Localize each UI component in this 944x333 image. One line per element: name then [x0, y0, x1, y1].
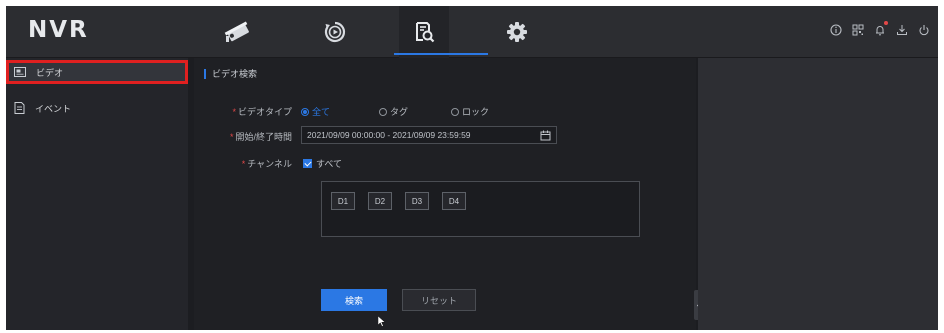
qr-code-button[interactable] — [850, 22, 866, 38]
nvr-window: NVR ビデオ イベント ビデオ検索 * ビデオタイプ 全て タグ ロック * … — [6, 6, 938, 330]
mouse-cursor-icon — [378, 316, 386, 327]
radio-dot — [451, 107, 459, 116]
channel-d1[interactable]: D1 — [331, 192, 355, 210]
power-button[interactable] — [916, 22, 932, 38]
required-marker: * — [232, 107, 236, 117]
required-marker: * — [241, 159, 246, 169]
results-panel — [698, 58, 938, 330]
video-type-label: * ビデオタイプ — [232, 107, 292, 117]
channel-d3[interactable]: D3 — [405, 192, 429, 210]
channel-list: D1 D2 D3 D4 — [321, 181, 640, 237]
channel-d4[interactable]: D4 — [442, 192, 466, 210]
radio-tag[interactable]: タグ — [379, 105, 408, 118]
video-search-panel: ビデオ検索 * ビデオタイプ 全て タグ ロック * 開始/終了時間 2021/09… — [194, 58, 702, 330]
tab-settings[interactable] — [492, 6, 542, 58]
qr-code-icon — [852, 24, 864, 36]
radio-dot — [301, 107, 309, 116]
file-search-icon — [416, 22, 435, 43]
tab-playback[interactable] — [310, 6, 360, 58]
app-logo: NVR — [28, 17, 89, 43]
playback-icon — [324, 21, 346, 43]
channel-d2[interactable]: D2 — [368, 192, 392, 210]
tab-search[interactable] — [394, 6, 488, 58]
sidebar-item-label: ビデオ — [36, 67, 64, 78]
sidebar-item-event[interactable]: イベント — [6, 96, 188, 120]
time-range-label: * 開始/終了時間 — [229, 132, 292, 142]
radio-dot — [379, 107, 387, 116]
required-marker: * — [229, 132, 234, 142]
tab-live-view[interactable] — [214, 6, 264, 58]
calendar-icon[interactable] — [540, 130, 551, 141]
search-button[interactable]: 検索 — [321, 289, 387, 311]
radio-all[interactable]: 全て — [301, 105, 330, 118]
document-icon — [14, 102, 25, 114]
gear-icon — [507, 22, 527, 42]
sidebar: ビデオ イベント — [6, 58, 188, 330]
alarm-indicator — [884, 21, 888, 25]
info-icon — [830, 24, 842, 36]
checkbox-box — [303, 159, 312, 168]
time-range-field[interactable]: 2021/09/09 00:00:00 - 2021/09/09 23:59:5… — [301, 126, 557, 144]
camera-icon — [224, 21, 249, 42]
top-bar: NVR — [6, 6, 938, 58]
info-button[interactable] — [828, 22, 844, 38]
sidebar-item-video[interactable]: ビデオ — [6, 60, 188, 84]
top-right-toolbar — [828, 21, 932, 38]
download-button[interactable] — [894, 22, 910, 38]
download-icon — [897, 25, 907, 35]
bell-icon — [876, 26, 884, 36]
section-title: ビデオ検索 — [204, 69, 257, 79]
radio-lock[interactable]: ロック — [451, 105, 489, 118]
channel-label: * チャンネル — [241, 159, 292, 169]
video-file-icon — [14, 67, 26, 77]
reset-button[interactable]: リセット — [402, 289, 476, 311]
sidebar-item-label: イベント — [35, 103, 72, 114]
power-icon — [919, 25, 929, 36]
alarm-button[interactable] — [872, 21, 888, 38]
time-range-value: 2021/09/09 00:00:00 - 2021/09/09 23:59:5… — [307, 130, 471, 140]
select-all-checkbox[interactable]: すべて — [303, 157, 342, 170]
